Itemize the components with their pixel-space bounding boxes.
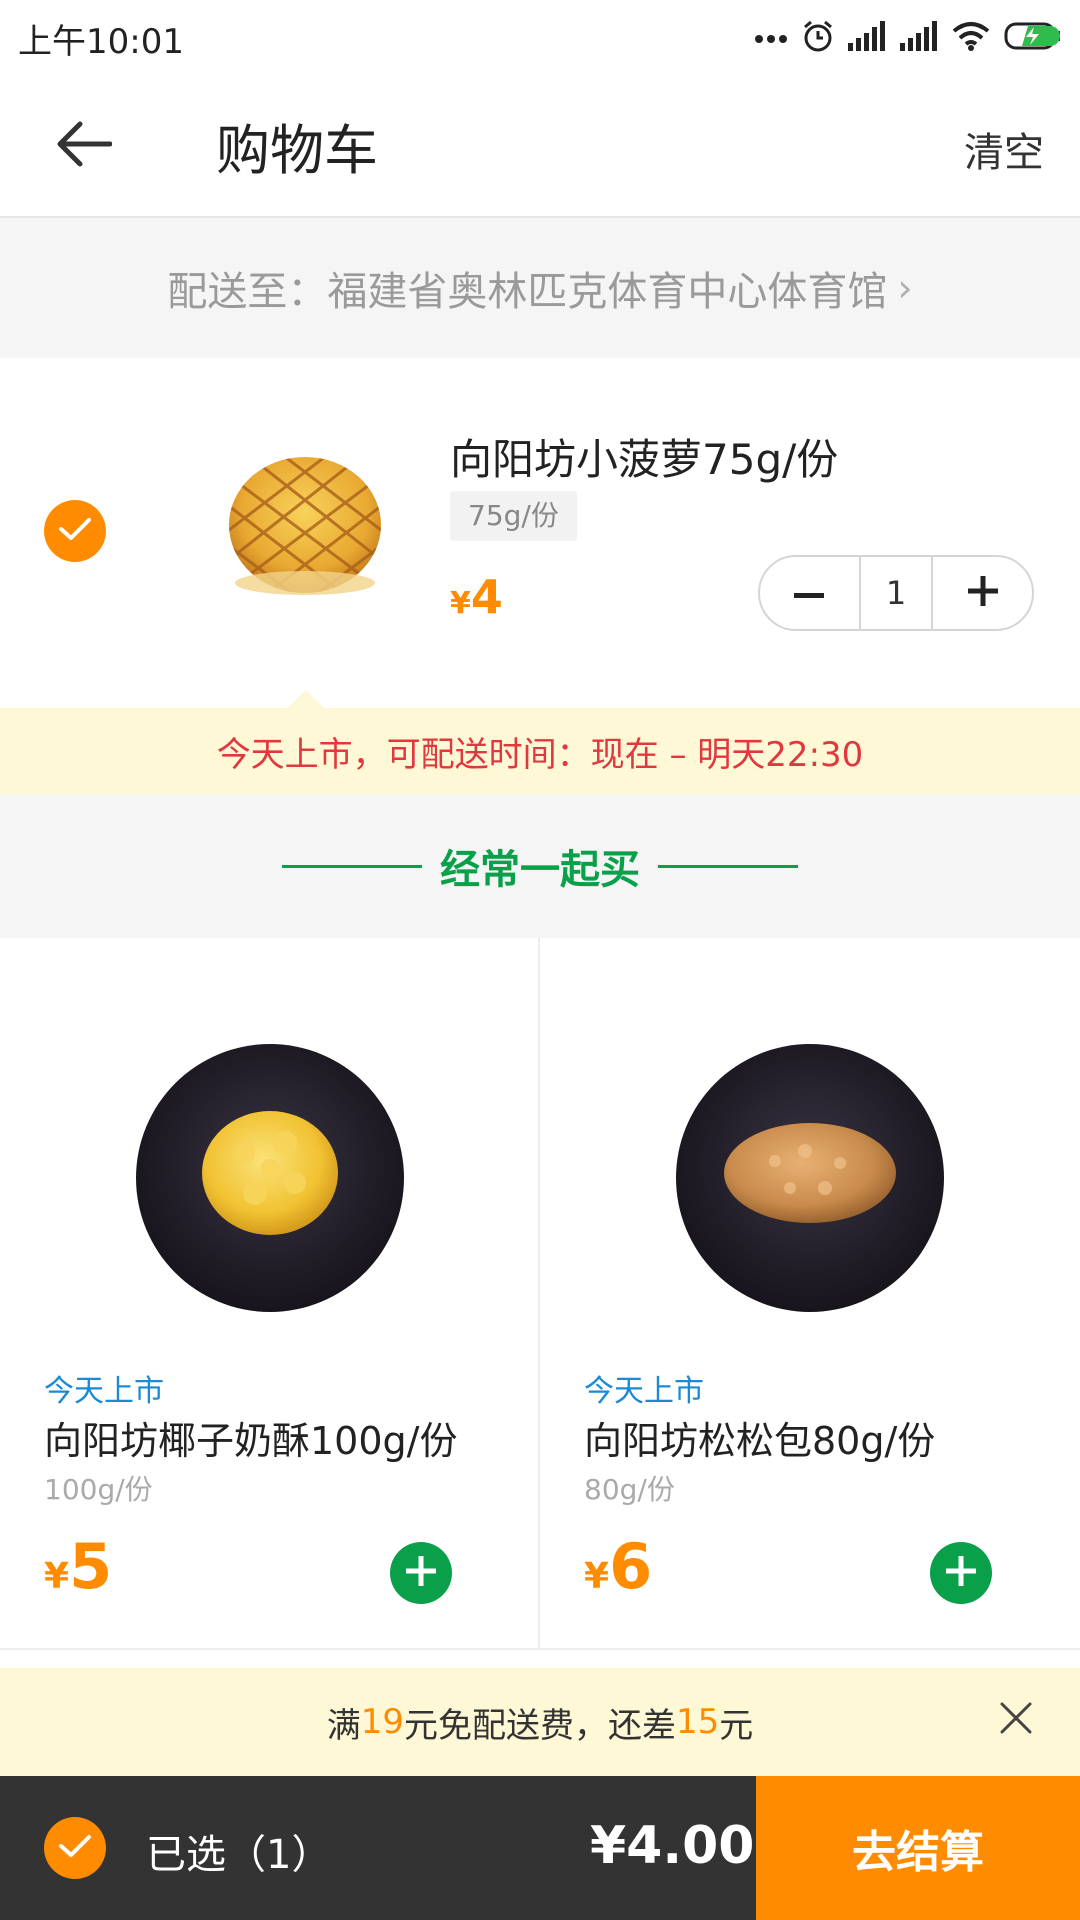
fluffy-bun-image bbox=[675, 1043, 945, 1313]
battery-charging-icon bbox=[1004, 21, 1062, 55]
item-price-value: 4 bbox=[470, 570, 503, 624]
signal-icon bbox=[848, 21, 886, 55]
close-banner-button[interactable] bbox=[990, 1696, 1042, 1748]
check-icon bbox=[58, 1833, 92, 1863]
product-name: 向阳坊松松包80g/份 bbox=[584, 1419, 936, 1463]
frequently-bought-together-header: 经常一起买 bbox=[0, 794, 1080, 938]
section-title: 经常一起买 bbox=[440, 847, 640, 893]
selected-count-label: 已选（1） bbox=[146, 1832, 332, 1878]
back-button[interactable] bbox=[48, 110, 120, 182]
minus-icon bbox=[794, 584, 825, 603]
checkout-bar: 已选（1） ¥4.00 去结算 bbox=[0, 1776, 1080, 1920]
product-price: ¥6 bbox=[584, 1530, 652, 1603]
plus-icon bbox=[967, 576, 998, 610]
product-price: ¥5 bbox=[44, 1530, 112, 1603]
quantity-value[interactable]: 1 bbox=[858, 557, 934, 629]
quantity-stepper: 1 bbox=[758, 555, 1034, 631]
status-time: 上午10:01 bbox=[18, 22, 184, 62]
total-price: ¥4.00 bbox=[590, 1816, 755, 1876]
product-price-currency: ¥ bbox=[44, 1556, 70, 1597]
add-to-cart-button[interactable] bbox=[930, 1542, 992, 1604]
decrease-quantity-button[interactable] bbox=[760, 557, 859, 629]
more-dots-icon bbox=[754, 29, 788, 48]
product-tag: 今天上市 bbox=[584, 1374, 704, 1409]
product-price-currency: ¥ bbox=[584, 1556, 610, 1597]
item-select-checkbox[interactable] bbox=[44, 500, 106, 562]
select-all-checkbox[interactable] bbox=[44, 1817, 106, 1879]
product-card[interactable]: 今天上市 向阳坊松松包80g/份 80g/份 ¥6 bbox=[540, 938, 1078, 1648]
pineapple-bun-image[interactable] bbox=[225, 453, 385, 603]
product-price-value: 5 bbox=[69, 1530, 113, 1603]
free-shipping-banner: 满 19 元免配送费，还差 15 元 bbox=[0, 1668, 1080, 1776]
product-card[interactable]: 今天上市 向阳坊椰子奶酥100g/份 100g/份 ¥5 bbox=[0, 938, 538, 1648]
chevron-right-icon: › bbox=[897, 266, 913, 310]
signal-icon bbox=[900, 21, 938, 55]
add-to-cart-button[interactable] bbox=[390, 1542, 452, 1604]
page-title: 购物车 bbox=[216, 119, 378, 182]
status-bar: 上午10:01 bbox=[0, 0, 1080, 76]
shipping-remaining: 15 bbox=[676, 1702, 720, 1742]
grid-divider bbox=[0, 1648, 1080, 1650]
close-icon bbox=[999, 1701, 1033, 1744]
clear-cart-button[interactable]: 清空 bbox=[964, 120, 1044, 178]
alarm-icon bbox=[802, 19, 834, 57]
product-name: 向阳坊椰子奶酥100g/份 bbox=[44, 1419, 458, 1463]
shipping-threshold: 19 bbox=[360, 1702, 404, 1742]
wifi-icon bbox=[952, 21, 990, 55]
product-spec: 80g/份 bbox=[584, 1473, 675, 1506]
check-icon bbox=[58, 516, 92, 546]
notice-pointer bbox=[288, 690, 324, 708]
recommendation-grid: 今天上市 向阳坊椰子奶酥100g/份 100g/份 ¥5 今天上市 向阳坊松松包… bbox=[0, 938, 1080, 1650]
shipping-suffix: 元 bbox=[719, 1705, 754, 1746]
arrow-left-icon bbox=[56, 120, 113, 172]
delivery-address-text: 配送至：福建省奥林匹克体育中心体育馆 bbox=[167, 269, 888, 315]
plus-icon bbox=[946, 1556, 976, 1590]
item-price-currency: ¥ bbox=[450, 586, 471, 621]
item-name: 向阳坊小菠萝75g/份 bbox=[450, 435, 839, 484]
delivery-address-row[interactable]: 配送至：福建省奥林匹克体育中心体育馆 › bbox=[0, 218, 1080, 358]
checkout-button[interactable]: 去结算 bbox=[756, 1776, 1080, 1920]
coconut-pastry-image bbox=[135, 1043, 405, 1313]
shipping-middle: 元免配送费，还差 bbox=[404, 1705, 676, 1746]
item-spec-tag: 75g/份 bbox=[450, 491, 577, 541]
product-spec: 100g/份 bbox=[44, 1473, 153, 1506]
product-tag: 今天上市 bbox=[44, 1374, 164, 1409]
top-app-bar: 购物车 清空 bbox=[0, 76, 1080, 218]
delivery-time-notice: 今天上市，可配送时间：现在 – 明天22:30 bbox=[0, 708, 1080, 794]
item-price: ¥4 bbox=[450, 570, 503, 624]
plus-icon bbox=[406, 1556, 436, 1590]
divider-line bbox=[282, 864, 422, 868]
status-icons bbox=[754, 14, 1062, 62]
product-price-value: 6 bbox=[609, 1530, 653, 1603]
increase-quantity-button[interactable] bbox=[933, 557, 1032, 629]
shipping-prefix: 满 bbox=[326, 1705, 361, 1746]
divider-line bbox=[658, 864, 798, 868]
cart-item: 向阳坊小菠萝75g/份 75g/份 ¥4 1 bbox=[0, 358, 1080, 708]
